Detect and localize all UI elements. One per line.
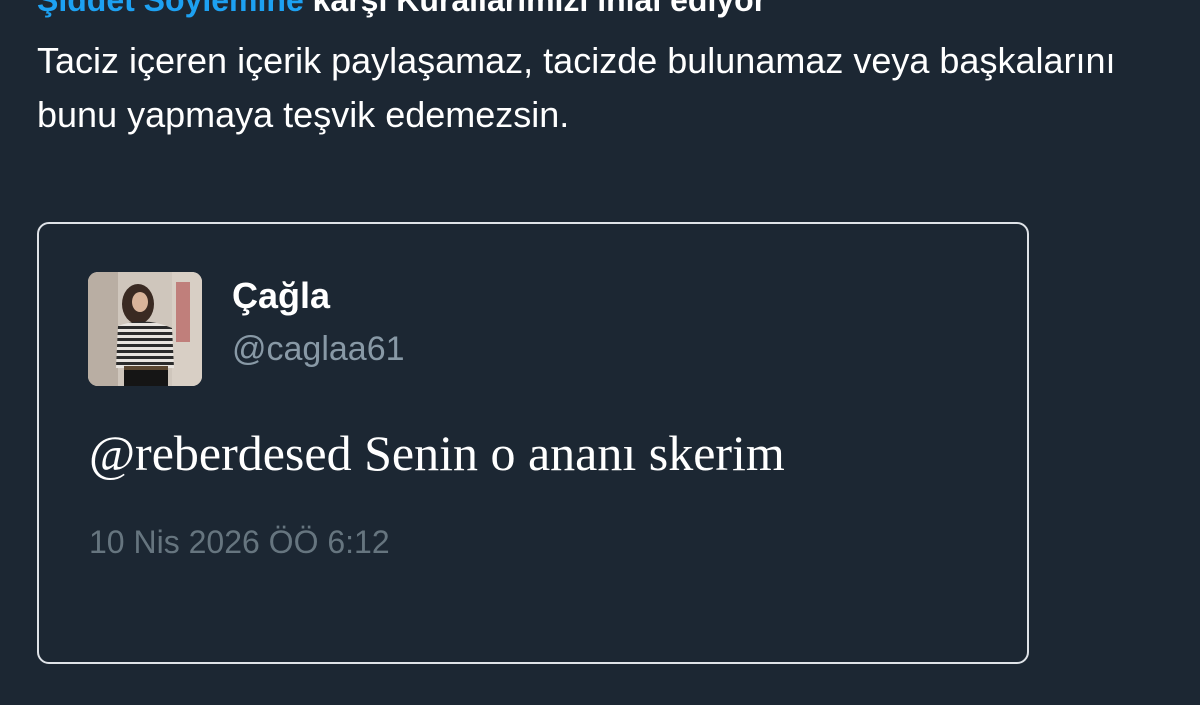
violent-speech-rules-link[interactable]: Şiddet Söylemine xyxy=(37,0,304,18)
rule-violation-headline: Şiddet Söylemine karşı Kurallarımızı ihl… xyxy=(37,0,766,16)
avatar-photo-icon xyxy=(88,272,202,386)
display-name[interactable]: Çağla xyxy=(232,278,330,314)
tweet-text: @reberdesed Senin o ananı skerim xyxy=(89,425,785,481)
username-handle[interactable]: @caglaa61 xyxy=(232,332,405,366)
quoted-tweet-card[interactable]: Çağla @caglaa61 @reberdesed Senin o anan… xyxy=(37,222,1029,664)
avatar[interactable] xyxy=(88,272,202,386)
tweet-timestamp[interactable]: 10 Nis 2026 ÖÖ 6:12 xyxy=(89,526,390,558)
rule-violation-text: karşı Kurallarımızı ihlal ediyor xyxy=(303,0,767,18)
tweet-detail-page: Şiddet Söylemine karşı Kurallarımızı ihl… xyxy=(0,0,1200,705)
rule-violation-description: Taciz içeren içerik paylaşamaz, tacizde … xyxy=(37,40,1116,135)
